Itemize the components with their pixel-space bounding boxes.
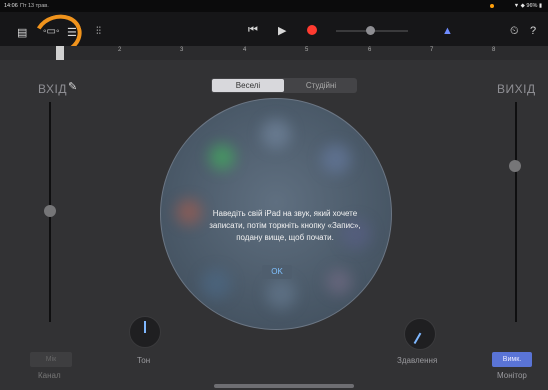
mic-button[interactable]: Мік xyxy=(30,352,72,367)
ruler-mark: 8 xyxy=(492,47,496,53)
record-icon[interactable] xyxy=(307,25,317,35)
compression-label: Здавлення xyxy=(397,356,438,365)
fun-tab[interactable]: Веселі xyxy=(212,79,284,92)
monitor-toggle-button[interactable]: Вимк. xyxy=(492,352,532,367)
battery-percent: 96% xyxy=(526,3,538,9)
mic-indicator-dot xyxy=(490,4,494,8)
output-level-thumb[interactable] xyxy=(509,160,521,172)
instruction-message: Наведіть свій iPad на звук, який хочете … xyxy=(209,209,361,242)
play-icon[interactable]: ▶ xyxy=(278,24,286,37)
input-settings-icon[interactable]: ✎ xyxy=(68,80,77,93)
channel-label: Канал xyxy=(38,371,61,380)
output-level-track[interactable] xyxy=(515,102,517,322)
document-icon[interactable]: ▤ xyxy=(17,26,27,39)
blob xyxy=(209,144,235,170)
mode-segment: Веселі Студійні xyxy=(211,78,357,93)
blob xyxy=(176,199,202,225)
status-battery: ▼ ◆ 96% ▮ xyxy=(513,3,542,9)
ruler-mark: 7 xyxy=(430,47,434,53)
blob xyxy=(266,279,296,309)
master-volume-knob[interactable] xyxy=(366,26,375,35)
playhead[interactable] xyxy=(56,46,64,60)
studio-tab[interactable]: Студійні xyxy=(285,79,357,92)
status-time: 14:06 xyxy=(4,3,18,9)
status-bar: 14:06 Пт 13 трав. ▼ ◆ 96% ▮ xyxy=(0,0,548,12)
blob xyxy=(326,269,352,295)
compression-knob-indicator xyxy=(413,332,422,345)
tone-knob[interactable] xyxy=(129,316,161,348)
clock-icon[interactable]: ⏲ xyxy=(510,25,519,38)
input-level-thumb[interactable] xyxy=(44,205,56,217)
timeline-ruler[interactable]: 2 3 4 5 6 7 8 xyxy=(0,46,548,61)
blob xyxy=(321,144,351,174)
monitor-label: Монітор xyxy=(497,371,527,380)
metronome-icon[interactable]: ▲ xyxy=(442,25,453,37)
blob xyxy=(201,269,231,299)
compression-knob[interactable] xyxy=(404,318,436,350)
help-icon[interactable]: ? xyxy=(530,25,536,37)
tone-knob-indicator xyxy=(144,321,146,333)
toolbar xyxy=(0,12,548,46)
status-date: Пт 13 трав. xyxy=(20,3,49,9)
ruler-mark: 5 xyxy=(305,47,309,53)
tone-label: Тон xyxy=(137,356,151,365)
input-label: ВХІД xyxy=(38,82,67,96)
blob xyxy=(261,119,291,149)
ruler-mark: 2 xyxy=(118,47,122,53)
settings-sliders-icon[interactable]: ⫶⫶ xyxy=(96,26,101,37)
ruler-mark: 3 xyxy=(180,47,184,53)
home-indicator xyxy=(214,384,354,388)
ruler-mark: 6 xyxy=(368,47,372,53)
ruler-mark: 4 xyxy=(243,47,247,53)
rewind-icon[interactable]: ⏮ xyxy=(248,24,258,37)
ok-button[interactable]: OK xyxy=(262,265,292,279)
output-label: ВИХІД xyxy=(497,82,536,96)
